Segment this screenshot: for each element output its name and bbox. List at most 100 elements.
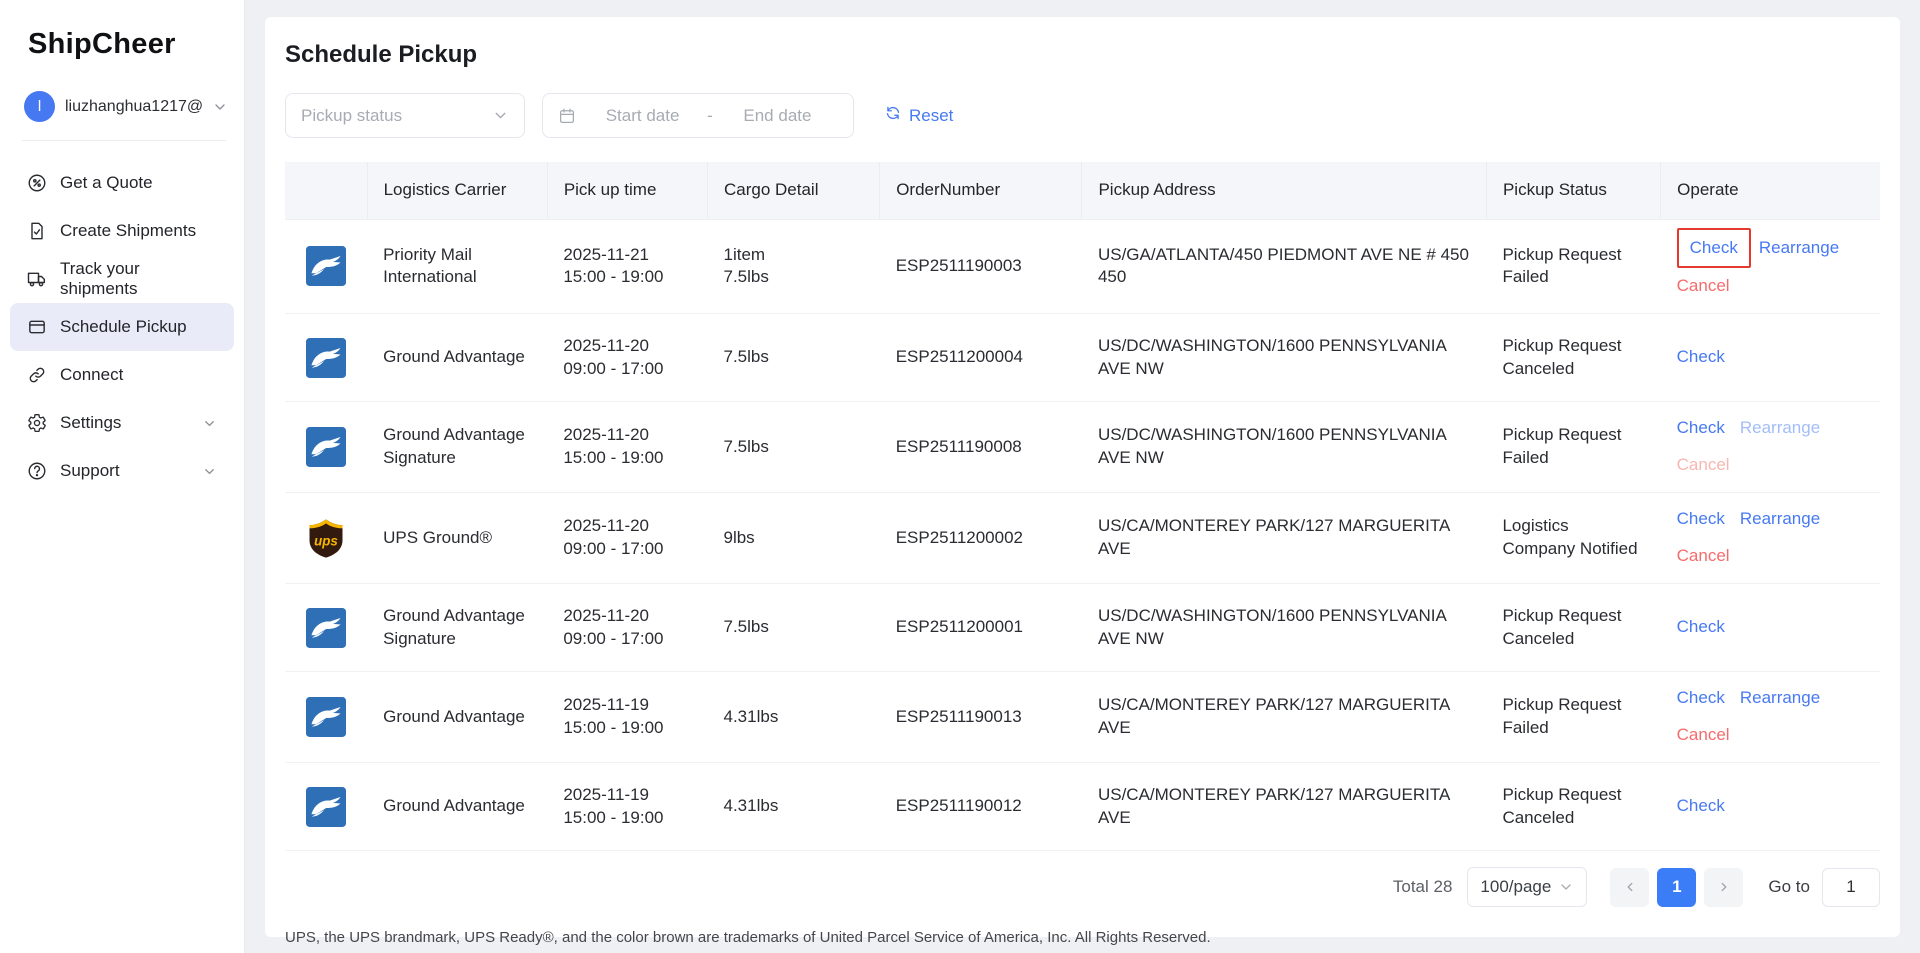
chevron-down-icon [492, 107, 509, 124]
col-header-ordernumber: OrderNumber [880, 162, 1082, 219]
chevron-down-icon [1558, 879, 1574, 895]
op-check-link[interactable]: Check [1677, 788, 1725, 825]
pickup-address-cell: US/CA/MONTEREY PARK/127 MARGUERITA AVE [1082, 672, 1487, 763]
carrier-name-cell: Ground Advantage [367, 672, 547, 763]
cargo-detail-cell: 7.5lbs [708, 314, 880, 402]
start-date-placeholder: Start date [582, 106, 703, 126]
goto-label: Go to [1768, 877, 1810, 897]
cargo-detail-cell: 9lbs [708, 493, 880, 584]
order-number-cell: ESP2511190003 [880, 219, 1082, 314]
gear-icon [27, 413, 47, 433]
operate-cell: Check [1661, 314, 1880, 402]
op-rearrange-link[interactable]: Rearrange [1740, 680, 1820, 717]
op-rearrange-link[interactable]: Rearrange [1740, 501, 1820, 538]
table-row: Priority Mail International 2025-11-2115… [285, 219, 1880, 314]
sidebar-item-settings[interactable]: Settings [10, 399, 234, 447]
pickup-status-select[interactable]: Pickup status [285, 93, 525, 138]
op-cancel-link[interactable]: Cancel [1677, 447, 1730, 484]
package-icon [27, 317, 47, 337]
chevron-down-icon [202, 464, 217, 479]
pickup-address-cell: US/CA/MONTEREY PARK/127 MARGUERITA AVE [1082, 763, 1487, 851]
sidebar-item-get-a-quote[interactable]: Get a Quote [10, 159, 234, 207]
op-check-link[interactable]: Check [1677, 609, 1725, 646]
sidebar-item-schedule-pickup[interactable]: Schedule Pickup [10, 303, 234, 351]
table-row: Ground Advantage 2025-11-2009:00 - 17:00… [285, 314, 1880, 402]
pickup-status-cell: Pickup Request Canceled [1486, 584, 1660, 672]
sidebar: ShipCheer l liuzhanghua1217@... Get a Qu… [0, 0, 245, 953]
operate-cell: CheckRearrange Cancel [1661, 219, 1880, 314]
pickup-table-header: Logistics Carrier Pick up time Cargo Det… [285, 162, 1880, 219]
sidebar-item-create-shipments[interactable]: Create Shipments [10, 207, 234, 255]
usps-logo-icon [306, 338, 346, 378]
op-rearrange-link[interactable]: Rearrange [1740, 410, 1820, 447]
op-rearrange-link[interactable]: Rearrange [1759, 230, 1839, 267]
page-title: Schedule Pickup [285, 41, 1880, 69]
sidebar-divider [22, 140, 226, 141]
sidebar-item-label: Settings [60, 413, 121, 433]
operate-cell: Check [1661, 584, 1880, 672]
pickup-address-cell: US/DC/WASHINGTON/1600 PENNSYLVANIA AVE N… [1082, 314, 1487, 402]
order-number-cell: ESP2511200004 [880, 314, 1082, 402]
pickup-status-cell: Pickup Request Failed [1486, 672, 1660, 763]
prev-page-button[interactable] [1610, 868, 1649, 907]
carrier-name-cell: Priority Mail International [367, 219, 547, 314]
avatar: l [24, 91, 55, 122]
pickup-status-placeholder: Pickup status [301, 106, 402, 126]
op-check-link[interactable]: Check [1677, 501, 1725, 538]
op-cancel-link[interactable]: Cancel [1677, 538, 1730, 575]
reset-label: Reset [909, 106, 953, 126]
op-check-link[interactable]: Check [1677, 680, 1725, 717]
col-header-operate: Operate [1661, 162, 1880, 219]
goto-page-input[interactable] [1822, 868, 1880, 907]
refresh-icon [885, 105, 901, 126]
calendar-icon [558, 107, 576, 125]
op-check-link[interactable]: Check [1677, 410, 1725, 447]
sidebar-item-track-your-shipments[interactable]: Track your shipments [10, 255, 234, 303]
filter-bar: Pickup status Start date - End date Rese… [285, 93, 1880, 138]
usps-logo-icon [306, 427, 346, 467]
op-check-link[interactable]: Check [1677, 339, 1725, 376]
table-row: Ground Advantage Signature 2025-11-2009:… [285, 584, 1880, 672]
usps-logo-icon [306, 787, 346, 827]
usps-logo-icon [306, 608, 346, 648]
pager: 1 [1610, 868, 1743, 907]
order-number-cell: ESP2511190012 [880, 763, 1082, 851]
pickup-table-body: Priority Mail International 2025-11-2115… [285, 219, 1880, 851]
col-header-pickup-status: Pickup Status [1486, 162, 1660, 219]
pickup-status-cell: Logistics Company Notified [1486, 493, 1660, 584]
page-number-button[interactable]: 1 [1657, 868, 1696, 907]
chevron-down-icon [202, 416, 217, 431]
op-check-link[interactable]: Check [1677, 228, 1751, 269]
carrier-logo-cell [285, 672, 367, 763]
sidebar-item-label: Connect [60, 365, 123, 385]
pickup-time-cell: 2025-11-2115:00 - 19:00 [547, 219, 707, 314]
sidebar-item-support[interactable]: Support [10, 447, 234, 495]
percent-icon [27, 173, 47, 193]
schedule-pickup-card: Schedule Pickup Pickup status Start date… [265, 17, 1900, 937]
pickup-time-cell: 2025-11-2015:00 - 19:00 [547, 402, 707, 493]
user-account-menu[interactable]: l liuzhanghua1217@... [24, 91, 228, 122]
pickup-address-cell: US/DC/WASHINGTON/1600 PENNSYLVANIA AVE N… [1082, 402, 1487, 493]
order-number-cell: ESP2511190013 [880, 672, 1082, 763]
sidebar-item-label: Get a Quote [60, 173, 153, 193]
pickup-status-cell: Pickup Request Failed [1486, 219, 1660, 314]
carrier-logo-cell [285, 402, 367, 493]
reset-button[interactable]: Reset [885, 105, 953, 126]
sidebar-item-connect[interactable]: Connect [10, 351, 234, 399]
op-cancel-link[interactable]: Cancel [1677, 268, 1730, 305]
pickup-address-cell: US/GA/ATLANTA/450 PIEDMONT AVE NE # 450 … [1082, 219, 1487, 314]
order-number-cell: ESP2511200002 [880, 493, 1082, 584]
date-range-picker[interactable]: Start date - End date [542, 93, 854, 138]
carrier-name-cell: Ground Advantage [367, 763, 547, 851]
cargo-detail-cell: 4.31lbs [708, 672, 880, 763]
page-size-select[interactable]: 100/page [1467, 867, 1587, 907]
page-size-value: 100/page [1480, 877, 1551, 897]
op-cancel-link[interactable]: Cancel [1677, 717, 1730, 754]
pickup-status-cell: Pickup Request Failed [1486, 402, 1660, 493]
next-page-button[interactable] [1704, 868, 1743, 907]
col-header-pick-up-time: Pick up time [547, 162, 707, 219]
truck-icon [27, 269, 47, 289]
cargo-detail-cell: 7.5lbs [708, 584, 880, 672]
ups-trademark-disclaimer: UPS, the UPS brandmark, UPS Ready®, and … [285, 929, 1880, 946]
col-header-pickup-address: Pickup Address [1082, 162, 1487, 219]
